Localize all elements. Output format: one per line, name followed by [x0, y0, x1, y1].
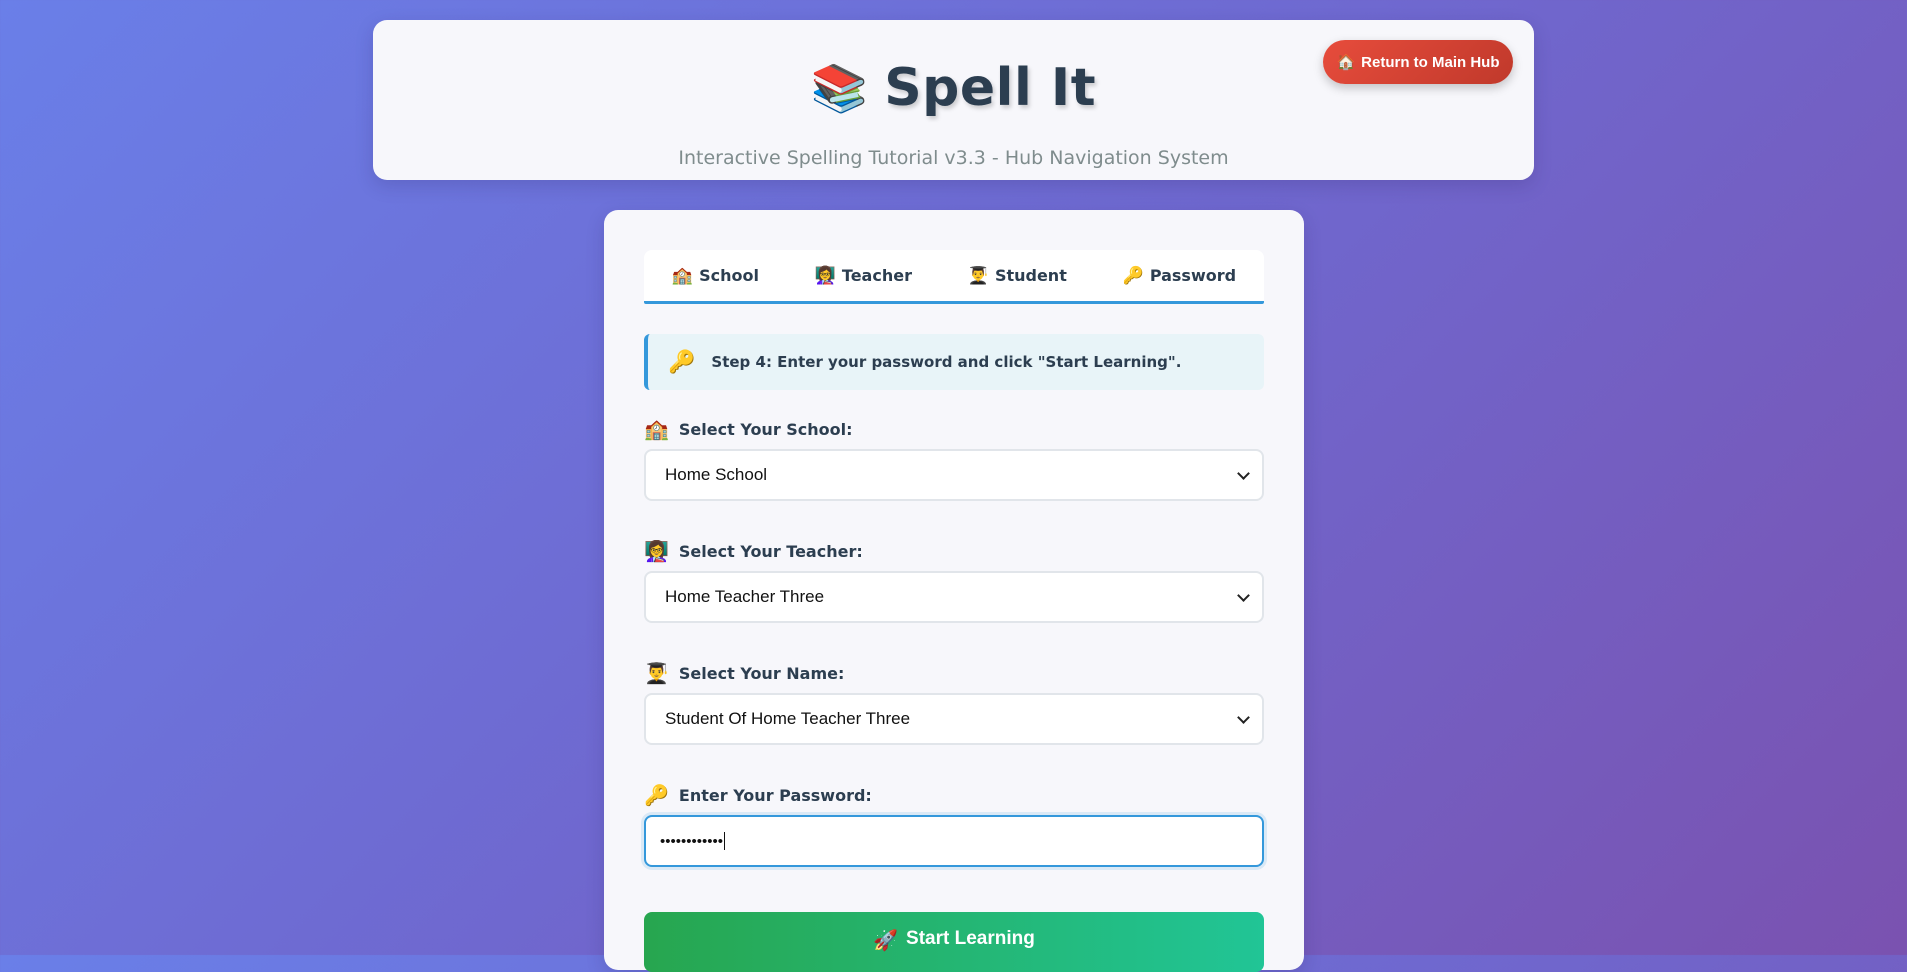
step-school-label: School — [699, 266, 759, 285]
step-password-label: Password — [1149, 266, 1237, 285]
step-progress-bar: 🏫 School 👩‍🏫 Teacher 👨‍🎓 Student 🔑 Passw… — [644, 250, 1264, 304]
step-school[interactable]: 🏫 School — [672, 266, 759, 286]
chevron-down-icon — [1237, 588, 1250, 602]
student-icon: 👨‍🎓 — [967, 265, 989, 286]
teacher-icon: 👩‍🏫 — [644, 539, 669, 563]
key-icon: 🔑 — [1122, 265, 1144, 286]
school-select-value: Home School — [665, 465, 768, 484]
house-icon: 🏠 — [1336, 54, 1356, 71]
login-card: 🏫 School 👩‍🏫 Teacher 👨‍🎓 Student 🔑 Passw… — [604, 210, 1304, 972]
step-password[interactable]: 🔑 Password — [1123, 266, 1236, 286]
teacher-select[interactable]: Home Teacher Three — [644, 571, 1264, 623]
school-icon: 🏫 — [671, 265, 694, 286]
password-label-text: Enter Your Password: — [678, 785, 872, 805]
school-icon: 🏫 — [644, 417, 669, 441]
password-field-label: 🔑 Enter Your Password: — [644, 783, 872, 807]
step-teacher[interactable]: 👩‍🏫 Teacher — [815, 266, 912, 286]
step-teacher-label: Teacher — [841, 266, 912, 285]
instruction-notice: 🔑 Step 4: Enter your password and click … — [644, 334, 1264, 390]
teacher-icon: 👩‍🏫 — [814, 265, 836, 286]
key-icon: 🔑 — [644, 783, 669, 807]
books-icon: 📚 — [810, 61, 869, 115]
return-to-main-hub-button[interactable]: 🏠 Return to Main Hub — [1323, 40, 1513, 84]
step-student-label: Student — [994, 266, 1067, 285]
student-select[interactable]: Student Of Home Teacher Three — [644, 693, 1264, 745]
school-select[interactable]: Home School — [644, 449, 1264, 501]
instruction-text: Step 4: Enter your password and click "S… — [711, 353, 1182, 371]
teacher-select-value: Home Teacher Three — [665, 587, 825, 606]
key-icon: 🔑 — [668, 349, 696, 375]
school-label-text: Select Your School: — [678, 419, 853, 439]
return-to-main-hub-label: Return to Main Hub — [1361, 53, 1500, 71]
text-caret — [724, 832, 726, 850]
rocket-icon: 🚀 — [873, 930, 899, 952]
school-field-label: 🏫 Select Your School: — [644, 417, 853, 441]
student-icon: 👨‍🎓 — [644, 661, 669, 685]
start-learning-label: Start Learning — [906, 928, 1035, 949]
password-input[interactable]: •••••••••••• — [644, 815, 1264, 867]
chevron-down-icon — [1237, 710, 1250, 724]
app-subtitle: Interactive Spelling Tutorial v3.3 - Hub… — [678, 147, 1229, 169]
chevron-down-icon — [1237, 466, 1250, 480]
teacher-label-text: Select Your Teacher: — [678, 541, 863, 561]
password-masked-value: •••••••••••• — [660, 832, 724, 850]
student-label-text: Select Your Name: — [678, 663, 845, 683]
teacher-field-label: 👩‍🏫 Select Your Teacher: — [644, 539, 863, 563]
start-learning-button[interactable]: 🚀 Start Learning — [644, 912, 1264, 972]
student-select-value: Student Of Home Teacher Three — [665, 709, 911, 728]
student-field-label: 👨‍🎓 Select Your Name: — [644, 661, 844, 685]
step-student[interactable]: 👨‍🎓 Student — [968, 266, 1067, 286]
app-title: Spell It — [884, 58, 1097, 118]
